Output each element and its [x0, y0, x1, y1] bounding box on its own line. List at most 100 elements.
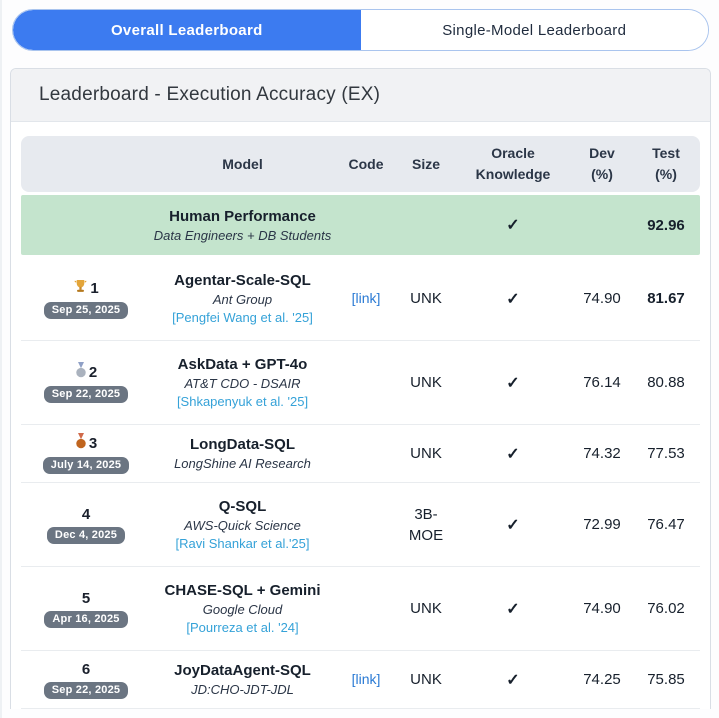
test-value: 81.67 — [632, 290, 700, 307]
model-org: AT&T CDO - DSAIR — [184, 376, 300, 391]
tab-single-model-leaderboard[interactable]: Single-Model Leaderboard — [361, 10, 709, 50]
oracle-check-icon: ✓ — [454, 444, 572, 464]
dev-value: 72.99 — [572, 516, 632, 533]
table-row: 6 Sep 22, 2025 JoyDataAgent-SQL JD:CHO-JDT-… — [21, 651, 700, 709]
model-org: Google Cloud — [203, 602, 283, 617]
bronze-medal-icon — [75, 433, 87, 453]
test-value: 76.47 — [632, 516, 700, 533]
silver-medal-icon — [75, 362, 87, 382]
rank-label: 6 — [82, 661, 90, 678]
rank-label: 1 — [73, 279, 98, 298]
model-cell: Human Performance Data Engineers + DB Stu… — [151, 208, 334, 243]
model-org: JD:CHO-JDT-JDL — [191, 682, 294, 697]
rank-cell: 4 Dec 4, 2025 — [21, 506, 151, 544]
model-citation-link[interactable]: [Ravi Shankar et al.'25] — [176, 536, 310, 551]
model-org: Ant Group — [213, 292, 272, 307]
model-name: JoyDataAgent-SQL — [174, 662, 311, 679]
code-link[interactable]: [link] — [352, 671, 381, 687]
rank-cell: 6 Sep 22, 2025 — [21, 661, 151, 699]
rank-number: 3 — [89, 435, 97, 452]
column-header-size: Size — [398, 154, 454, 175]
test-value: 76.02 — [632, 600, 700, 617]
model-citation-link[interactable]: [Pengfei Wang et al. '25] — [172, 310, 313, 325]
tab-overall-leaderboard[interactable]: Overall Leaderboard — [13, 10, 361, 50]
table-row: 1 Sep 25, 2025 Agentar-Scale-SQL Ant Group [… — [21, 257, 700, 341]
date-badge: Sep 22, 2025 — [44, 682, 128, 699]
table-row: 3 July 14, 2025 LongData-SQL LongShine AI R… — [21, 425, 700, 483]
column-header-model: Model — [151, 154, 334, 175]
rank-number: 6 — [82, 661, 90, 678]
model-cell: Agentar-Scale-SQL Ant Group [Pengfei Wang … — [151, 272, 334, 325]
test-value: 92.96 — [632, 217, 700, 234]
code-link[interactable]: [link] — [352, 290, 381, 306]
rank-label: 4 — [82, 506, 90, 523]
leaderboard-table: Model Code Size Oracle Knowledge Dev (%)… — [11, 122, 710, 709]
model-name: Human Performance — [169, 208, 316, 225]
model-citation-link[interactable]: [Pourreza et al. '24] — [186, 620, 298, 635]
model-name: LongData-SQL — [190, 436, 295, 453]
model-name: Agentar-Scale-SQL — [174, 272, 311, 289]
oracle-check-icon: ✓ — [454, 373, 572, 393]
oracle-check-icon: ✓ — [454, 670, 572, 690]
table-row: 2 Sep 22, 2025 AskData + GPT-4o AT&T CDO - … — [21, 341, 700, 425]
dev-value: 74.90 — [572, 290, 632, 307]
size-value: UNK — [398, 669, 454, 690]
size-value: UNK — [398, 598, 454, 619]
size-value: UNK — [398, 443, 454, 464]
column-header-dev: Dev (%) — [572, 143, 632, 185]
model-cell: Q-SQLAWS-Quick Science[Ravi Shankar et a… — [151, 498, 334, 551]
card-title-bar: Leaderboard - Execution Accuracy (EX) — [11, 69, 710, 122]
page-title: Leaderboard - Execution Accuracy (EX) — [39, 84, 690, 106]
leaderboard-page: Overall Leaderboard Single-Model Leaderb… — [0, 0, 719, 718]
table-row-human-performance: Human Performance Data Engineers + DB Stu… — [21, 195, 700, 255]
date-badge: Apr 16, 2025 — [44, 611, 127, 628]
column-header-oracle-knowledge: Oracle Knowledge — [454, 143, 572, 185]
date-badge: July 14, 2025 — [43, 457, 130, 474]
model-cell: CHASE-SQL + Gemini Google Cloud [Pourreza … — [151, 582, 334, 635]
column-header-test: Test (%) — [632, 143, 700, 185]
model-cell: AskData + GPT-4o AT&T CDO - DSAIR [Shkapen… — [151, 356, 334, 409]
rank-cell: 3 July 14, 2025 — [21, 433, 151, 474]
rank-cell: 2 Sep 22, 2025 — [21, 362, 151, 403]
date-badge: Sep 25, 2025 — [44, 302, 128, 319]
model-org: LongShine AI Research — [174, 456, 311, 471]
rank-number: 4 — [82, 506, 90, 523]
rank-label: 3 — [75, 433, 97, 453]
dev-value: 74.32 — [572, 445, 632, 462]
size-value: UNK — [398, 288, 454, 309]
table-row: 4 Dec 4, 2025 Q-SQLAWS-Quick Science[Ravi … — [21, 483, 700, 567]
leaderboard-tabbar: Overall Leaderboard Single-Model Leaderb… — [12, 9, 709, 51]
column-header-code: Code — [334, 154, 398, 175]
date-badge: Sep 22, 2025 — [44, 386, 128, 403]
test-value: 75.85 — [632, 671, 700, 688]
leaderboard-card: Leaderboard - Execution Accuracy (EX) Mo… — [10, 68, 711, 709]
code-cell: [link] — [334, 671, 398, 689]
table-body: Human Performance Data Engineers + DB Stu… — [21, 195, 700, 709]
date-badge: Dec 4, 2025 — [47, 527, 125, 544]
oracle-check-icon: ✓ — [454, 215, 572, 235]
trophy-icon — [73, 279, 88, 298]
size-value: UNK — [398, 372, 454, 393]
test-value: 80.88 — [632, 374, 700, 391]
rank-cell: 1 Sep 25, 2025 — [21, 279, 151, 319]
rank-cell: 5 Apr 16, 2025 — [21, 590, 151, 628]
code-cell: [link] — [334, 290, 398, 308]
size-value: 3B-MOE — [398, 504, 454, 546]
rank-number: 5 — [82, 590, 90, 607]
rank-number: 2 — [89, 364, 97, 381]
model-cell: LongData-SQL LongShine AI Research — [151, 436, 334, 471]
rank-label: 5 — [82, 590, 90, 607]
oracle-check-icon: ✓ — [454, 599, 572, 619]
model-name: AskData + GPT-4o — [178, 356, 308, 373]
oracle-check-icon: ✓ — [454, 515, 572, 535]
model-cell: JoyDataAgent-SQL JD:CHO-JDT-JDL — [151, 662, 334, 697]
rank-number: 1 — [90, 280, 98, 297]
oracle-check-icon: ✓ — [454, 289, 572, 309]
dev-value: 76.14 — [572, 374, 632, 391]
dev-value: 74.25 — [572, 671, 632, 688]
dev-value: 74.90 — [572, 600, 632, 617]
table-header-row: Model Code Size Oracle Knowledge Dev (%)… — [21, 136, 700, 192]
model-name: CHASE-SQL + Gemini — [164, 582, 320, 599]
model-citation-link[interactable]: [Shkapenyuk et al. '25] — [177, 394, 308, 409]
model-org: Data Engineers + DB Students — [154, 228, 331, 243]
